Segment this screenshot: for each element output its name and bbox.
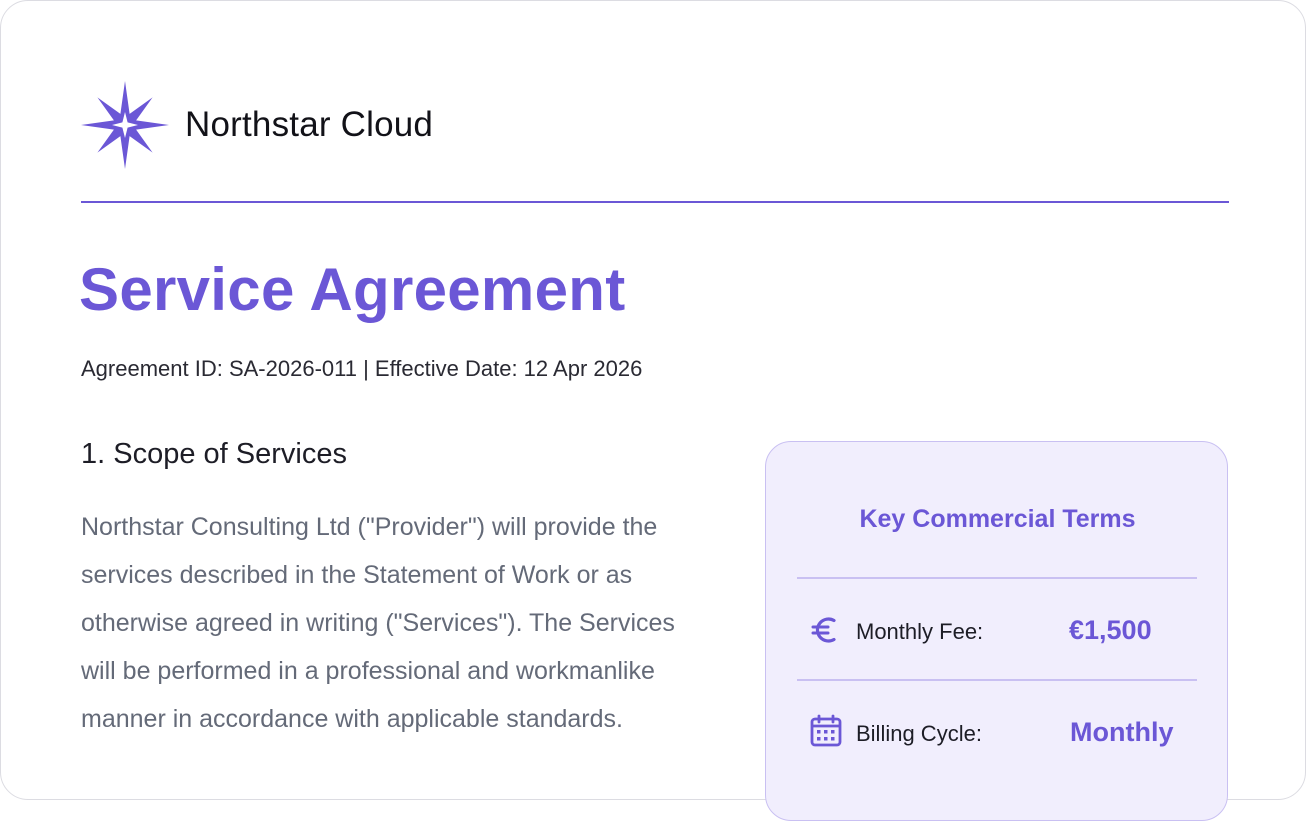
terms-card-title: Key Commercial Terms [859, 505, 1136, 533]
euro-icon [809, 613, 843, 647]
calendar-icon [809, 714, 843, 748]
terms-divider [797, 577, 1197, 579]
term-label: Monthly Fee: [856, 619, 984, 644]
header-divider [81, 201, 1229, 203]
section-heading: 1. Scope of Services [81, 438, 347, 470]
section-body: Northstar Consulting Ltd ("Provider") wi… [81, 513, 675, 733]
document-meta: Agreement ID: SA-2026-011 | Effective Da… [81, 356, 643, 381]
key-terms-card: Key Commercial Terms Monthly Fee: €1,500 [765, 441, 1228, 821]
brand-name: Northstar Cloud [185, 105, 434, 144]
term-label: Billing Cycle: [856, 721, 982, 746]
document-page: Northstar Cloud Service Agreement Agreem… [0, 0, 1306, 821]
north-star-icon [81, 81, 169, 169]
term-value: Monthly [1070, 717, 1174, 747]
term-value: €1,500 [1069, 615, 1152, 645]
terms-divider [797, 679, 1197, 681]
document-title: Service Agreement [79, 256, 626, 323]
